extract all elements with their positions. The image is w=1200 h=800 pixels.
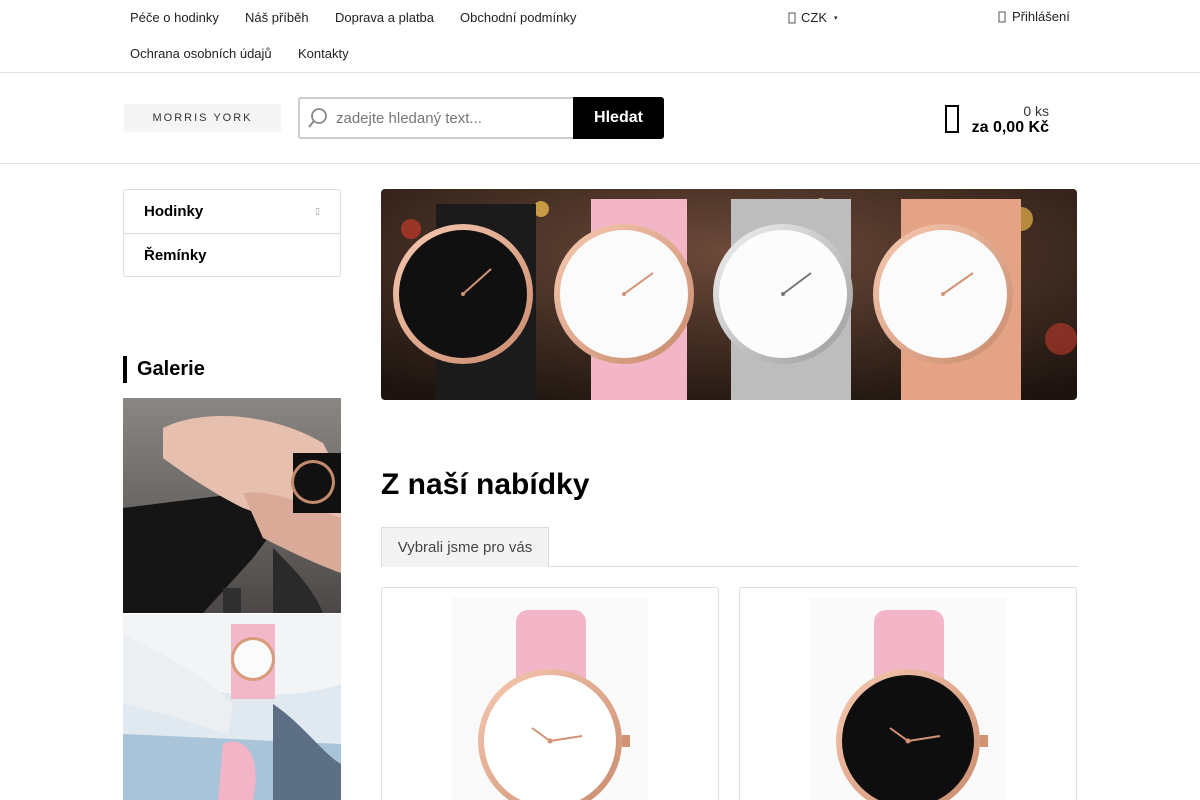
category-item-straps[interactable]: Řemínky (124, 233, 340, 276)
top-nav-link-privacy[interactable]: Ochrana osobních údajů (124, 42, 278, 65)
login-link[interactable]: Přihlášení (996, 5, 1072, 28)
promo-banner[interactable] (381, 189, 1077, 400)
section-title: Z naší nabídky (381, 468, 590, 501)
user-icon (998, 11, 1006, 22)
currency-icon (788, 12, 796, 23)
category-label: Hodinky (144, 203, 204, 220)
search-box (298, 97, 574, 139)
search-input[interactable] (336, 109, 556, 127)
shopping-bag-icon (945, 105, 959, 133)
category-item-watches[interactable]: Hodinky ▯ (124, 190, 340, 233)
chevron-down-icon: ▾ (834, 14, 838, 22)
logo[interactable]: MORRIS YORK (124, 104, 281, 132)
cart-total: za 0,00 Kč (971, 119, 1049, 136)
gallery-image-1[interactable] (123, 398, 341, 613)
search-button[interactable]: Hledat (573, 97, 664, 139)
product-image (810, 598, 1006, 800)
cart-count: 0 ks (1023, 103, 1049, 119)
gallery-image-2[interactable] (123, 614, 341, 800)
product-image (452, 598, 648, 800)
top-nav-link-our-story[interactable]: Náš příběh (239, 6, 315, 29)
category-menu: Hodinky ▯ Řemínky (123, 189, 341, 277)
category-label: Řemínky (144, 246, 207, 264)
chevron-right-icon: ▯ (315, 206, 320, 216)
top-nav-link-watch-care[interactable]: Péče o hodinky (124, 6, 225, 29)
site-header: MORRIS YORK Hledat 0 ks za 0,00 Kč (0, 73, 1200, 164)
top-nav-link-shipping[interactable]: Doprava a platba (329, 6, 440, 29)
search-icon (300, 107, 336, 129)
cart-widget[interactable]: 0 ks za 0,00 Kč (944, 101, 1054, 141)
product-card[interactable] (381, 587, 719, 800)
product-card[interactable] (739, 587, 1077, 800)
top-nav-link-contacts[interactable]: Kontakty (292, 42, 355, 65)
tab-recommended[interactable]: Vybrali jsme pro vás (381, 527, 549, 567)
top-bar: Péče o hodinky Náš příběh Doprava a plat… (0, 0, 1200, 73)
currency-label: CZK (801, 10, 827, 25)
gallery-title: Galerie (123, 356, 205, 383)
login-label: Přihlášení (1012, 9, 1070, 24)
product-tabs: Vybrali jsme pro vás (381, 527, 1078, 567)
currency-selector[interactable]: CZK ▾ (786, 6, 840, 29)
top-nav-link-terms[interactable]: Obchodní podmínky (454, 6, 582, 29)
